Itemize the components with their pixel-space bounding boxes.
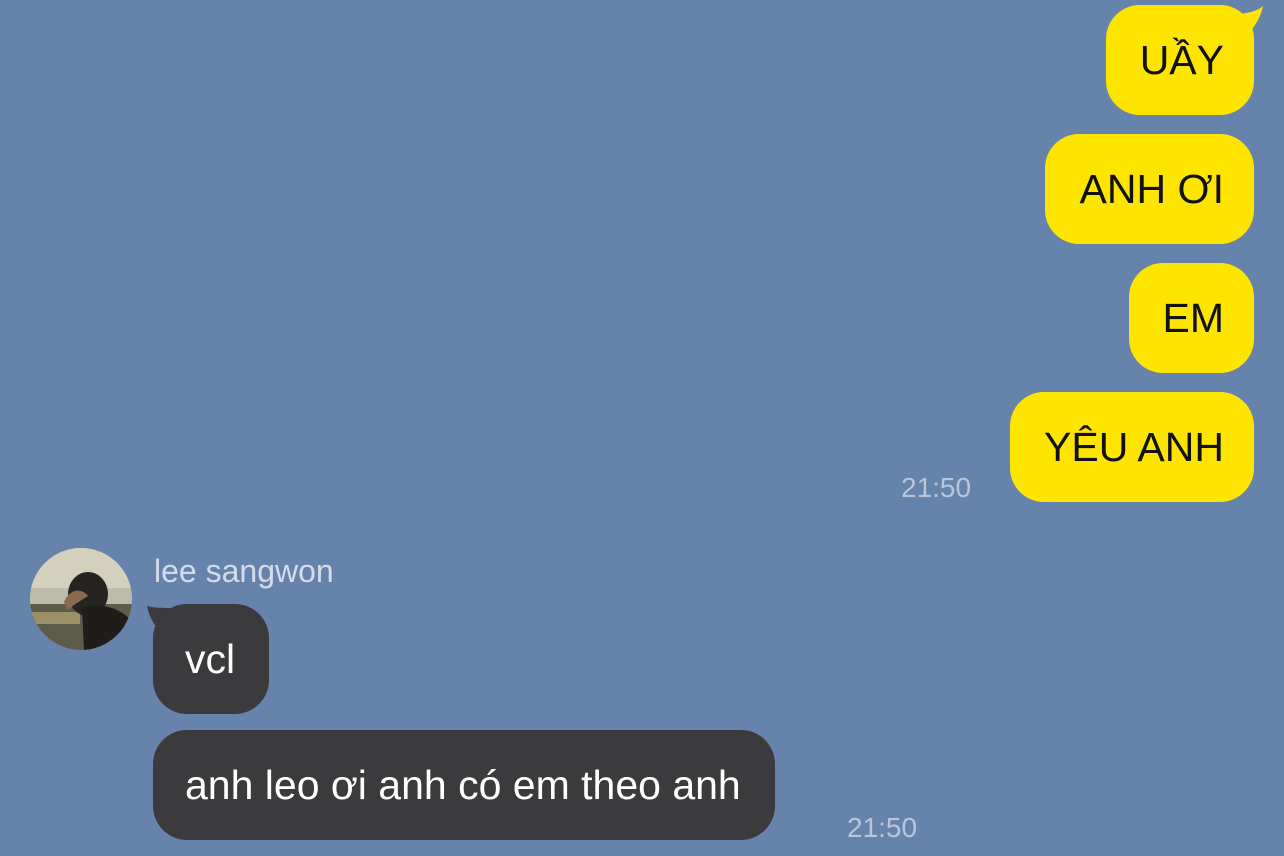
outgoing-message-bubble[interactable]: EM bbox=[1128, 263, 1254, 373]
message-text: YÊU ANH bbox=[1044, 423, 1224, 470]
incoming-message-bubble[interactable]: anh leo ơi anh có em theo anh bbox=[153, 730, 775, 840]
message-text: EM bbox=[1162, 294, 1225, 341]
incoming-message-timestamp: 21:50 bbox=[847, 812, 918, 843]
profile-photo-avatar-icon[interactable] bbox=[30, 548, 132, 650]
message-text: anh leo ơi anh có em theo anh bbox=[185, 761, 741, 808]
outgoing-message-bubble[interactable]: ANH ƠI bbox=[1045, 134, 1254, 244]
message-text: UẦY bbox=[1139, 36, 1224, 83]
message-text: vcl bbox=[185, 635, 236, 682]
outgoing-message-bubble[interactable]: YÊU ANH bbox=[1010, 392, 1254, 502]
chat-message-list: UẦY ANH ƠI EM YÊU ANH 21:50 lee sangwon … bbox=[0, 0, 1284, 856]
avatar-photo bbox=[30, 548, 132, 650]
incoming-message-bubble[interactable]: vcl bbox=[153, 604, 270, 714]
outgoing-message-timestamp: 21:50 bbox=[901, 472, 972, 503]
message-text: ANH ƠI bbox=[1079, 165, 1224, 212]
outgoing-message-bubble[interactable]: UẦY bbox=[1105, 5, 1254, 115]
sender-name: lee sangwon bbox=[154, 553, 334, 589]
